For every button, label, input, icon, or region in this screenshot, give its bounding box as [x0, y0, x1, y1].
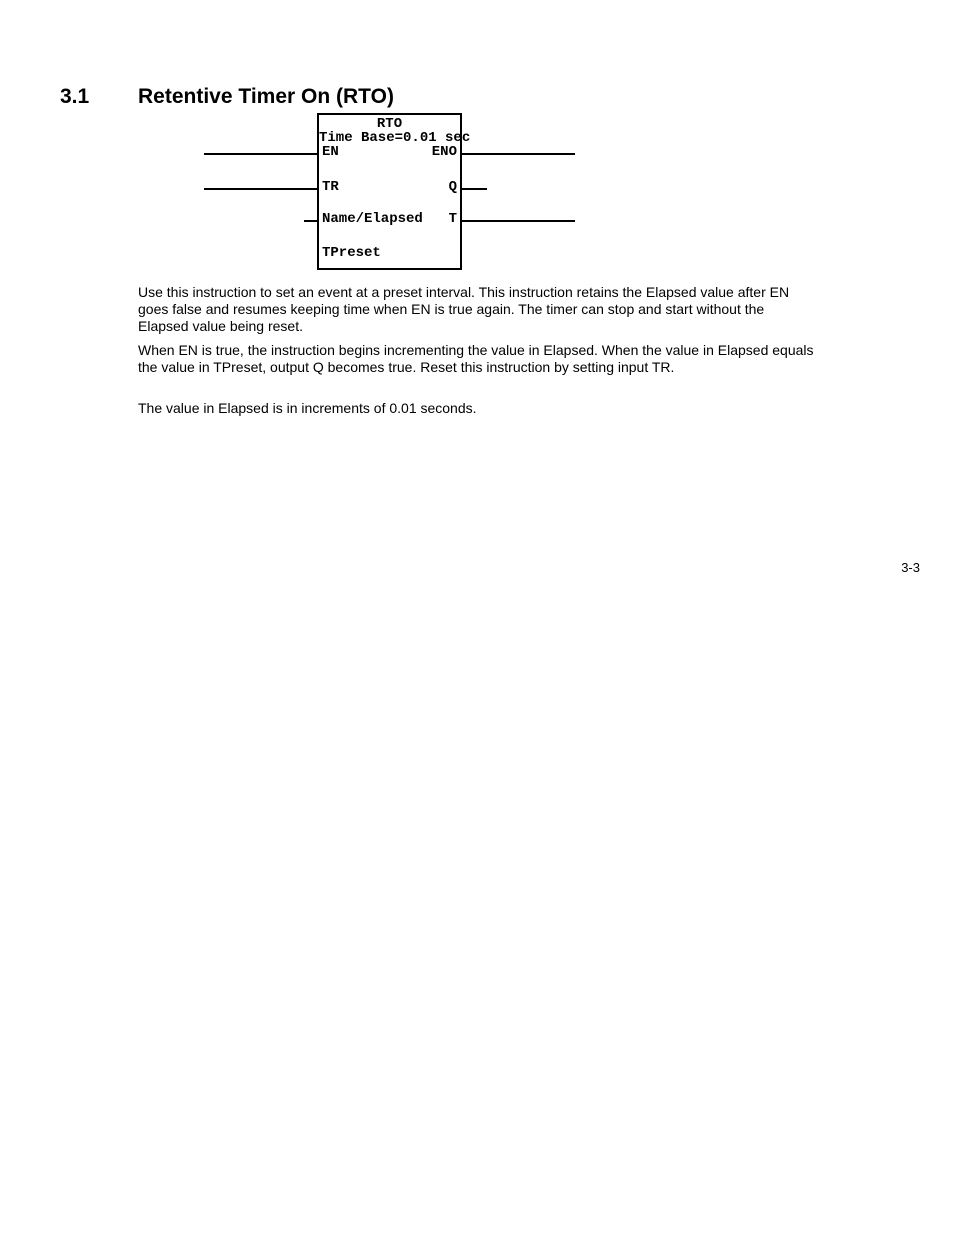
pin-en: EN	[322, 145, 339, 159]
wire-tr-in	[204, 188, 317, 190]
rto-block: RTO Time Base=0.01 sec EN TR Name/Elapse…	[317, 113, 462, 270]
section-number: 3.1	[60, 85, 138, 109]
block-title: RTO	[319, 117, 460, 131]
pin-eno: ENO	[432, 145, 457, 159]
pin-tr: TR	[322, 180, 339, 194]
body-paragraph-2: When EN is true, the instruction begins …	[138, 342, 818, 376]
body-paragraph-1: Use this instruction to set an event at …	[138, 284, 818, 335]
section-heading: 3.1Retentive Timer On (RTO)	[60, 85, 394, 109]
pin-t: T	[449, 212, 457, 226]
pin-name-elapsed: Name/Elapsed	[322, 212, 423, 226]
wire-t-out	[462, 220, 575, 222]
pin-q: Q	[449, 180, 457, 194]
function-block-diagram: RTO Time Base=0.01 sec EN TR Name/Elapse…	[204, 113, 634, 270]
page-number: 3-3	[901, 560, 920, 575]
wire-q-out	[462, 188, 487, 190]
block-timebase: Time Base=0.01 sec	[319, 131, 460, 145]
body-paragraph-3: The value in Elapsed is in increments of…	[138, 400, 818, 417]
wire-name-elapsed-in	[304, 220, 317, 222]
wire-en-in	[204, 153, 317, 155]
pin-tpreset: TPreset	[322, 246, 381, 260]
section-title: Retentive Timer On (RTO)	[138, 85, 394, 108]
wire-eno-out	[462, 153, 575, 155]
